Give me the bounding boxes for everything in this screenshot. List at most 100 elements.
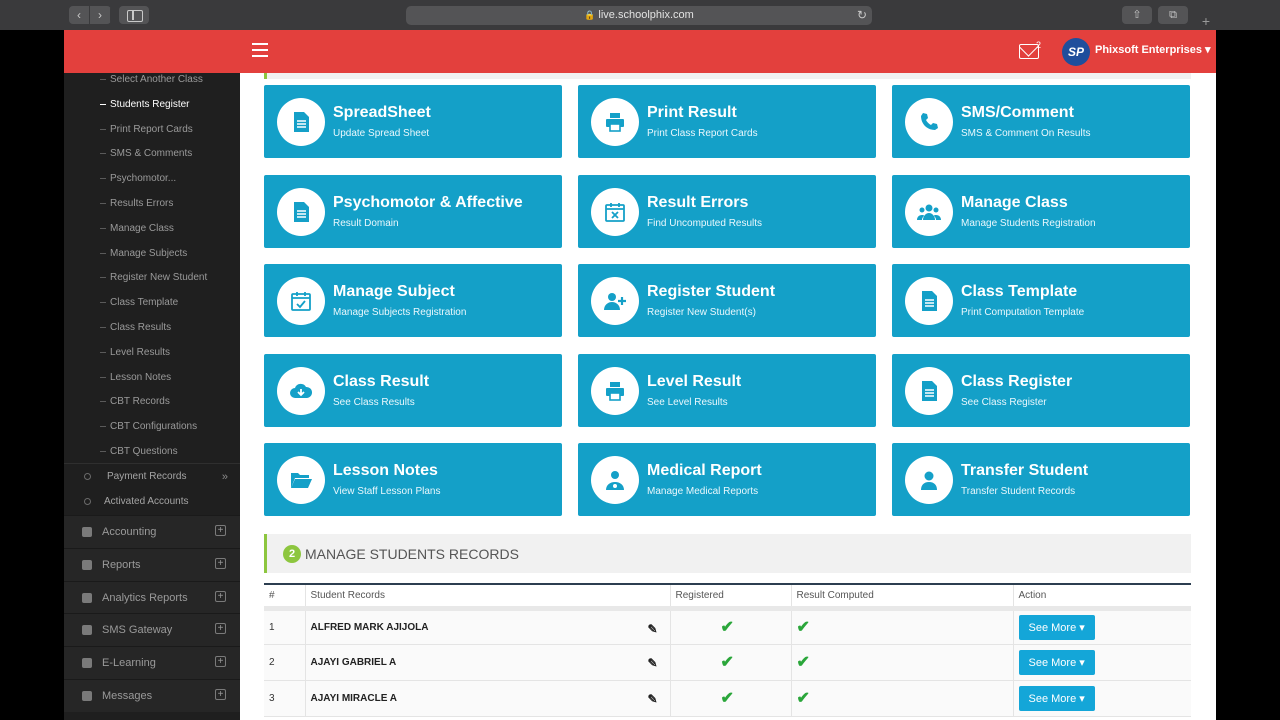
dash-icon — [100, 401, 106, 403]
address-bar[interactable]: 🔒 live.schoolphix.com ↻ — [406, 6, 872, 25]
sidebar-section-analytics-reports[interactable]: Analytics Reports + — [64, 580, 240, 614]
sidebar-item-label: Lesson Notes — [110, 371, 172, 383]
sidebar-item-select-another-class[interactable]: Select Another Class — [64, 73, 240, 97]
history-nav: ‹ › — [69, 6, 111, 24]
sidebar-item-cbt-configurations[interactable]: CBT Configurations — [64, 420, 240, 444]
sidebar-item-label: CBT Configurations — [110, 421, 198, 433]
sidebar-item-activated-accounts[interactable]: Activated Accounts — [64, 490, 240, 514]
sidebar-toggle-icon[interactable] — [119, 6, 149, 24]
sidebar-section-label: SMS Gateway — [102, 624, 173, 637]
sidebar-item-label: CBT Records — [110, 396, 170, 408]
expand-plus-icon[interactable]: + — [215, 656, 226, 668]
tile-icon-circle — [591, 98, 639, 146]
sidebar-item-print-report-cards[interactable]: Print Report Cards — [64, 123, 240, 147]
pencil-icon[interactable]: ✎ — [647, 692, 657, 706]
expand-plus-icon[interactable]: + — [215, 689, 226, 700]
sidebar-item-label: SMS & Comments — [110, 148, 193, 160]
expand-plus-icon[interactable]: + — [215, 525, 226, 536]
tile-icon-circle — [905, 98, 953, 146]
dash-icon — [100, 227, 106, 229]
sidebar-item-students-register[interactable]: Students Register — [64, 98, 240, 122]
user-menu[interactable]: Phixsoft Enterprises ▾ — [1095, 43, 1211, 56]
sidebar-item-class-template[interactable]: Class Template — [64, 296, 240, 320]
tile-sms-comment[interactable]: SMS/Comment SMS & Comment On Results — [892, 85, 1190, 158]
sidebar-item-label: Results Errors — [110, 198, 174, 209]
sidebar-item-class-results[interactable]: Class Results — [64, 321, 240, 345]
tabs-overview-icon[interactable]: ⧉ — [1158, 6, 1188, 24]
sidebar-section-sms-gateway[interactable]: SMS Gateway + — [64, 613, 240, 647]
tile-title: Class Register — [961, 372, 1073, 390]
tile-level-result[interactable]: Level Result See Level Results — [578, 353, 876, 427]
tile-result-errors[interactable]: Result Errors Find Uncomputed Results — [578, 174, 876, 248]
tile-icon-circle — [591, 456, 639, 505]
sidebar-item-manage-class[interactable]: Manage Class — [64, 222, 240, 246]
tile-spreadsheet[interactable]: SpreadSheet Update Spread Sheet — [264, 85, 562, 158]
sidebar-item-lesson-notes[interactable]: Lesson Notes — [64, 371, 240, 395]
lock-icon: 🔒 — [584, 10, 596, 20]
tile-title: Result Errors — [647, 193, 749, 211]
forward-icon[interactable]: › — [90, 6, 111, 24]
tile-class-register[interactable]: Class Register See Class Register — [892, 353, 1190, 427]
dash-icon — [100, 426, 106, 428]
expand-plus-icon[interactable]: + — [215, 590, 226, 602]
pencil-icon[interactable]: ✎ — [647, 656, 657, 670]
sidebar-item-label: Manage Subjects — [110, 247, 188, 259]
sidebar-section-reports[interactable]: Reports + — [64, 547, 240, 581]
sidebar-item-register-new-student[interactable]: Register New Student — [64, 271, 240, 295]
avatar[interactable]: SP — [1062, 38, 1090, 66]
expand-plus-icon[interactable]: + — [215, 557, 226, 569]
tile-transfer-student[interactable]: Transfer Student Transfer Student Record… — [892, 443, 1190, 517]
sidebar-item-payment-records[interactable]: Payment Records » — [64, 465, 240, 489]
column-header[interactable]: Student Records — [305, 583, 671, 611]
new-tab-icon[interactable]: + — [1197, 12, 1215, 30]
hamburger-menu-icon[interactable] — [252, 43, 268, 57]
tile-manage-subject[interactable]: Manage Subject Manage Subjects Registrat… — [264, 264, 562, 338]
bullet-icon — [84, 498, 91, 505]
sidebar-item-label: Activated Accounts — [104, 496, 189, 507]
reload-icon[interactable]: ↻ — [857, 6, 867, 25]
tile-icon-circle — [905, 187, 953, 236]
tile-print-result[interactable]: Print Result Print Class Report Cards — [578, 85, 876, 158]
share-icon[interactable]: ⇧ — [1122, 6, 1152, 24]
see-more-button[interactable]: See More ▾ — [1018, 649, 1095, 675]
student-name-cell: ALFRED MARK AJIJOLA ✎ — [305, 608, 671, 645]
sidebar-section-messages[interactable]: Messages + — [64, 679, 240, 712]
sidebar-item-label: Psychomotor... — [110, 173, 177, 185]
sidebar-section-e-learning[interactable]: E-Learning + — [64, 646, 240, 680]
sidebar-item-level-results[interactable]: Level Results — [64, 346, 240, 370]
sidebar-item-psychomotor[interactable]: Psychomotor... — [64, 172, 240, 196]
sidebar-item-manage-subjects[interactable]: Manage Subjects — [64, 247, 240, 271]
tile-psychomotor-affective[interactable]: Psychomotor & Affective Result Domain — [264, 174, 562, 248]
section-title: MANAGE STUDENTS RECORDS — [305, 546, 519, 562]
tile-class-template[interactable]: Class Template Print Computation Templat… — [892, 264, 1190, 338]
back-icon[interactable]: ‹ — [69, 6, 90, 24]
sidebar-item-label: CBT Questions — [110, 446, 178, 457]
briefcase-icon — [82, 527, 92, 537]
sidebar-item-cbt-records[interactable]: CBT Records — [64, 395, 240, 419]
student-name-cell: AJAYI GABRIEL A ✎ — [305, 644, 671, 681]
tile-class-result[interactable]: Class Result See Class Results — [264, 353, 562, 427]
sidebar-item-sms-comments[interactable]: SMS & Comments — [64, 147, 240, 171]
tile-title: Medical Report — [647, 462, 762, 480]
tile-subtitle: Print Class Report Cards — [647, 128, 758, 139]
action-cell: See More ▾ — [1013, 680, 1191, 717]
users-icon — [917, 200, 941, 224]
see-more-button[interactable]: See More ▾ — [1018, 685, 1095, 711]
column-header[interactable]: Registered — [670, 583, 792, 611]
expand-plus-icon[interactable]: + — [215, 623, 226, 635]
column-header: Action — [1013, 583, 1191, 611]
tile-title: Class Template — [961, 283, 1078, 301]
tile-icon-circle — [591, 366, 639, 415]
sidebar-item-results-errors[interactable]: Results Errors — [64, 197, 240, 221]
tile-lesson-notes[interactable]: Lesson Notes View Staff Lesson Plans — [264, 443, 562, 517]
see-more-button[interactable]: See More ▾ — [1018, 614, 1095, 640]
dash-icon — [100, 376, 106, 378]
column-header[interactable]: Result Computed — [791, 583, 1014, 611]
sidebar-section-accounting[interactable]: Accounting + — [64, 515, 240, 548]
pencil-icon[interactable]: ✎ — [647, 622, 657, 636]
tile-register-student[interactable]: Register Student Register New Student(s) — [578, 264, 876, 338]
tile-subtitle: Register New Student(s) — [647, 307, 756, 319]
sidebar-section-label: Analytics Reports — [102, 591, 188, 604]
tile-medical-report[interactable]: Medical Report Manage Medical Reports — [578, 443, 876, 517]
tile-manage-class[interactable]: Manage Class Manage Students Registratio… — [892, 174, 1190, 248]
